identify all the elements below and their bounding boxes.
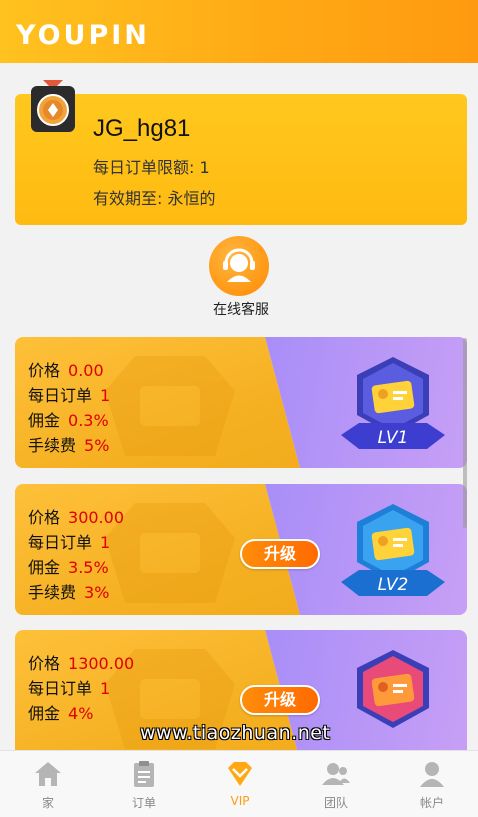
upgrade-button[interactable]: 升级 xyxy=(240,539,320,569)
price-label: 价格 xyxy=(28,361,61,380)
vip-card-lv1[interactable]: 价格 0.00 每日订单 1 佣金 0.3% 手续费 5% LV1 xyxy=(15,337,467,468)
commission-label: 佣金 xyxy=(28,558,61,577)
commission-row: 佣金 0.3% xyxy=(28,407,109,431)
fee-value: 5% xyxy=(84,436,110,455)
user-icon xyxy=(420,762,444,787)
watermark-text: www.tiaozhuan.net xyxy=(140,722,331,744)
validity-text: 有效期至: 永恒的 xyxy=(93,189,216,208)
daily-limit-text: 每日订单限额: 1 xyxy=(93,158,210,177)
tab-home-label: 家 xyxy=(41,796,54,810)
group-icon xyxy=(322,763,350,785)
daily-orders-value: 1 xyxy=(100,533,111,552)
diamond-icon xyxy=(228,762,252,786)
price-value: 0.00 xyxy=(68,361,104,380)
daily-orders-label: 每日订单 xyxy=(28,679,93,698)
price-row: 价格 0.00 xyxy=(28,357,104,381)
commission-row: 佣金 4% xyxy=(28,700,93,724)
headset-icon xyxy=(209,236,269,296)
upgrade-button[interactable]: 升级 xyxy=(240,685,320,715)
commission-value: 4% xyxy=(68,704,94,723)
daily-orders-value: 1 xyxy=(100,386,111,405)
profile-card: JG_hg81 每日订单限额: 1 有效期至: 永恒的 xyxy=(15,80,467,225)
vip-badge-icon: LV1 xyxy=(341,357,445,449)
vip-badge-icon: LV2 xyxy=(341,504,445,596)
tab-orders[interactable]: 订单 xyxy=(96,751,192,817)
daily-orders-row: 每日订单 1 xyxy=(28,529,110,553)
card-background-art-icon xyxy=(105,356,235,456)
bottom-tab-bar: 家 订单 VIP 团队 帐户 xyxy=(0,750,478,817)
commission-value: 3.5% xyxy=(68,558,109,577)
username: JG_hg81 xyxy=(93,115,191,142)
tab-vip-label: VIP xyxy=(230,794,250,808)
commission-row: 佣金 3.5% xyxy=(28,554,109,578)
tab-team[interactable]: 团队 xyxy=(288,751,384,817)
price-row: 价格 1300.00 xyxy=(28,650,134,674)
level-label: LV1 xyxy=(378,428,409,448)
price-value: 300.00 xyxy=(68,508,124,527)
commission-label: 佣金 xyxy=(28,704,61,723)
fee-row: 手续费 3% xyxy=(28,579,109,603)
tab-account-label: 帐户 xyxy=(419,796,444,810)
vip-badge-icon xyxy=(357,650,429,728)
online-service-label: 在线客服 xyxy=(213,302,269,318)
level-label: LV2 xyxy=(378,575,409,595)
tab-orders-label: 订单 xyxy=(131,796,156,810)
fee-label: 手续费 xyxy=(28,436,77,455)
clipboard-icon xyxy=(134,761,154,787)
price-row: 价格 300.00 xyxy=(28,504,124,528)
tab-account[interactable]: 帐户 xyxy=(384,751,478,817)
fee-value: 3% xyxy=(84,583,110,602)
fee-label: 手续费 xyxy=(28,583,77,602)
daily-orders-value: 1 xyxy=(100,679,111,698)
daily-orders-label: 每日订单 xyxy=(28,533,93,552)
scrollbar[interactable] xyxy=(463,338,467,528)
fee-row: 手续费 5% xyxy=(28,432,109,456)
daily-orders-label: 每日订单 xyxy=(28,386,93,405)
price-label: 价格 xyxy=(28,508,61,527)
commission-label: 佣金 xyxy=(28,411,61,430)
medal-icon xyxy=(31,80,75,132)
daily-orders-row: 每日订单 1 xyxy=(28,675,110,699)
price-label: 价格 xyxy=(28,654,61,673)
vip-card-lv2[interactable]: 价格 300.00 每日订单 1 佣金 3.5% 手续费 3% 升级 LV2 xyxy=(15,484,467,615)
online-service-button[interactable]: 在线客服 xyxy=(0,236,478,326)
daily-orders-row: 每日订单 1 xyxy=(28,382,110,406)
tab-team-label: 团队 xyxy=(323,796,348,810)
price-value: 1300.00 xyxy=(68,654,135,673)
main-content[interactable]: JG_hg81 每日订单限额: 1 有效期至: 永恒的 在线客服 价格 0.00 … xyxy=(0,63,478,750)
tab-home[interactable]: 家 xyxy=(0,751,96,817)
commission-value: 0.3% xyxy=(68,411,109,430)
home-icon xyxy=(35,762,61,786)
tab-vip[interactable]: VIP xyxy=(192,751,288,817)
app-header: YOUPIN xyxy=(0,0,478,63)
app-logo: YOUPIN xyxy=(16,20,150,51)
